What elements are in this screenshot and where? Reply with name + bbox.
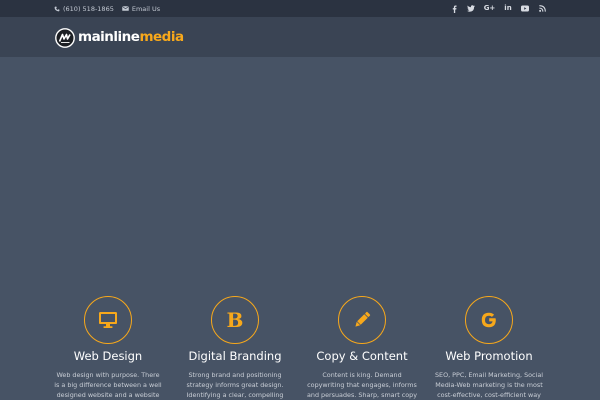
rss-icon[interactable] — [538, 5, 546, 13]
logo-mark-icon — [55, 27, 75, 48]
letter-b-icon: B — [226, 308, 244, 332]
email-link[interactable]: Email Us — [121, 4, 161, 13]
service-description: Content is king. Demand copywriting that… — [307, 371, 418, 400]
google-g-icon — [481, 312, 496, 328]
pencil-icon — [355, 311, 371, 327]
service-description: SEO, PPC, Email Marketing, Social Media-… — [434, 371, 544, 400]
twitter-icon[interactable] — [467, 5, 475, 13]
service-web-design: Web Design Web design with purpose. Ther… — [50, 296, 166, 400]
service-web-promotion: Web Promotion SEO, PPC, Email Marketing,… — [431, 296, 547, 400]
phone-link[interactable]: (610) 518-1865 — [54, 5, 114, 13]
top-bar: (610) 518-1865 Email Us G+ in — [0, 0, 600, 17]
service-icon-circle[interactable] — [465, 296, 513, 344]
services-section: Web Design Web design with purpose. Ther… — [0, 296, 600, 400]
site-logo[interactable]: mainlinemedia — [55, 27, 184, 48]
service-description: Strong brand and positioning strategy in… — [186, 371, 284, 400]
logo-text-media: media — [139, 28, 184, 45]
phone-number: (610) 518-1865 — [63, 4, 114, 13]
service-title[interactable]: Copy & Content — [316, 349, 407, 363]
facebook-icon[interactable] — [450, 4, 458, 13]
google-plus-icon[interactable]: G+ — [484, 5, 496, 13]
envelope-icon — [121, 6, 129, 11]
phone-icon — [54, 6, 60, 11]
social-links: G+ in — [450, 0, 546, 17]
service-title[interactable]: Digital Branding — [189, 349, 282, 363]
service-title[interactable]: Web Design — [74, 349, 142, 363]
logo-text-mainline: mainline — [78, 28, 140, 45]
monitor-icon — [99, 312, 117, 328]
service-copy-content: Copy & Content Content is king. Demand c… — [304, 296, 420, 400]
site-header: mainlinemedia — [0, 17, 600, 57]
linkedin-icon[interactable]: in — [504, 5, 512, 13]
contact-info: (610) 518-1865 Email Us — [54, 0, 160, 17]
email-label: Email Us — [131, 4, 161, 13]
service-icon-circle[interactable]: B — [211, 296, 259, 344]
service-icon-circle[interactable] — [338, 296, 386, 344]
logo-wordmark: mainlinemedia — [78, 28, 184, 45]
service-description: Web design with purpose. There is a big … — [54, 371, 162, 400]
service-icon-circle[interactable] — [84, 296, 132, 344]
service-digital-branding: B Digital Branding Strong brand and posi… — [177, 296, 293, 400]
service-title[interactable]: Web Promotion — [445, 349, 532, 363]
youtube-icon[interactable] — [521, 5, 529, 13]
